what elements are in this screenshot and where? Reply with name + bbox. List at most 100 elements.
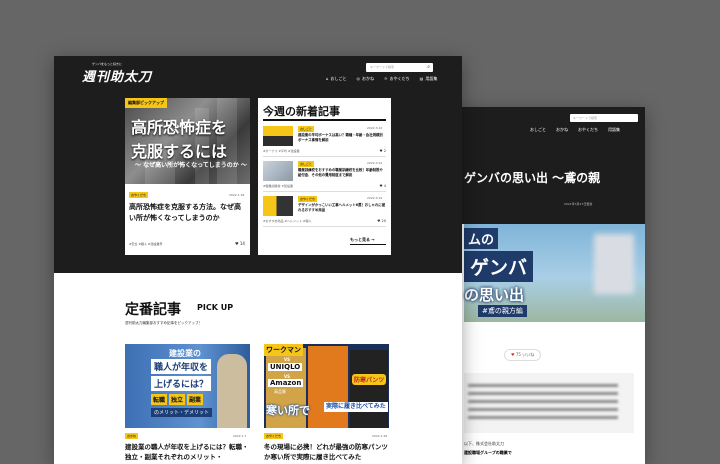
nav-item-glossary[interactable]: ▤ 用語集 [420, 76, 438, 82]
image-badge: 防寒パンツ [352, 374, 387, 385]
category-tag[interactable]: おやくだち [298, 196, 318, 202]
feature-article-card[interactable]: 編集部ピックアップ 高所恐怖症を 克服するには 〜 なぜ高い所が怖くなってしまう… [125, 98, 250, 255]
nav-item-money[interactable]: おかね [556, 127, 568, 133]
article-hero-image: ムの ゲンバ の思い出 #鳶の親方編 [464, 224, 645, 322]
article-header: キーワードで検索 おしごと おかね おやくだち 用語集 ゲンバの思い出 〜鳶の親… [430, 107, 645, 224]
search-input[interactable]: キーワードで検索 ⌕ [366, 63, 433, 72]
pickup-description: 週刊助太刀編集部おすすめ記事をピックアップ！ [125, 321, 202, 325]
site-logo[interactable]: 週刊助太刀 [82, 66, 152, 85]
pickup-card[interactable]: 建設業の 職人が年収を 上げるには？ 転職 独立 副業 のメリット・デメリット おか… [125, 344, 250, 464]
feature-image-subtitle: 〜 なぜ高い所が怖くなってしまうのか 〜 [135, 162, 247, 169]
image-text: 建設業の [169, 349, 201, 358]
pickup-card-title[interactable]: 冬の現場に必携！どれが最強の防寒パンツか寒い所で実際に履き比べてみた [264, 442, 389, 462]
hashtag-list[interactable]: #職業訓練校 #建設業 [263, 184, 293, 188]
heart-icon: ♥ [235, 241, 239, 246]
article-paragraph-2: 建設職場グループの職業で [464, 450, 512, 456]
like-count[interactable]: ♥ 14 [235, 241, 245, 246]
nav-item-money[interactable]: ◎ おかね [357, 76, 375, 82]
article-thumbnail [263, 126, 293, 146]
hashtag-list[interactable]: #おすすめ商品 #ヘルメット #職人 [263, 219, 311, 223]
nav-item-tips[interactable]: おやくだち [578, 127, 598, 133]
image-text: のメリット・デメリット [151, 408, 213, 417]
pickup-card-title[interactable]: 建設業の職人が年収を上げるには？転職・独立・副業それぞれのメリット・ [125, 442, 250, 462]
image-text: ワークマン [264, 344, 303, 356]
category-tag[interactable]: おやくだち [129, 192, 149, 198]
bulb-icon: ☼ [384, 76, 388, 81]
article-date: 2022.1.18 [229, 193, 245, 197]
blurred-figure [594, 234, 634, 294]
image-text: 高品質 [274, 389, 286, 394]
like-count: ♥ 2 [379, 149, 387, 153]
list-item[interactable]: おしごと 2022.3.22 建設業の平均ボーナスは高い？職種・年齢・会社規模別… [263, 124, 386, 157]
category-tag[interactable]: おやくだち [264, 433, 284, 439]
like-count: ♥ 4 [379, 184, 387, 188]
article-page-window: キーワードで検索 おしごと おかね おやくだち 用語集 ゲンバの思い出 〜鳶の親… [430, 107, 645, 464]
image-text: Amazon [268, 379, 304, 387]
category-tag[interactable]: おしごと [298, 126, 315, 132]
image-text: UNIQLO [268, 363, 303, 371]
global-nav: おしごと おかね おやくだち 用語集 [530, 127, 620, 133]
image-text: 寒い所で [266, 404, 310, 417]
search-icon[interactable]: ⌕ [427, 63, 430, 72]
category-tag[interactable]: おかね [125, 433, 139, 439]
article-bold-text: 建設職場グループの職業で [464, 450, 512, 455]
section-heading: 今週の新着記事 [263, 105, 340, 118]
heading-underline [263, 119, 386, 121]
article-title[interactable]: 建設業の平均ボーナスは高い？職種・年齢・会社規模別ボーナス事情を解説 [298, 133, 386, 143]
pickup-subtitle: PICK UP [197, 303, 234, 312]
worker-figure [217, 354, 247, 428]
global-nav: ⌂ おしごと ◎ おかね ☼ おやくだち ▤ 用語集 [326, 76, 437, 82]
article-title[interactable]: 職業訓練校をおすすめの職業訓練校を比較！年齢制限や給付金、その他の費用制度まで解… [298, 168, 386, 178]
feature-image-title-2: 克服するには [131, 142, 228, 161]
category-tag[interactable]: おしごと [298, 161, 315, 167]
book-icon: ▤ [419, 76, 424, 81]
article-date: 2022.3.22 [367, 161, 383, 165]
search-placeholder: キーワードで検索 [370, 65, 395, 69]
hashtag-list[interactable]: #ボーナス #平均 #建設業 [263, 149, 299, 153]
hero-text-1: ムの [464, 228, 499, 249]
heart-icon: ♥ [379, 149, 383, 153]
like-number: 14 [239, 241, 245, 246]
coin-icon: ◎ [356, 76, 361, 81]
pickup-image: ワークマン VS UNIQLO VS Amazon 高品質 防寒パンツ 寒い所で… [264, 344, 389, 428]
image-tags: 転職 独立 副業 [151, 394, 204, 405]
feature-title[interactable]: 高所恐怖症を克服する方法。なぜ高い所が怖くなってしまうのか [129, 202, 247, 224]
see-more-underline [350, 244, 386, 245]
feature-image-title-1: 高所恐怖症を [131, 118, 228, 137]
article-date: 2022.3.22 [367, 126, 383, 130]
article-date: 2022.1.7 [233, 434, 247, 438]
list-item[interactable]: おしごと 2022.3.22 職業訓練校をおすすめの職業訓練校を比較！年齢制限や… [263, 159, 386, 192]
image-text: 実際に履き比べてみた [324, 402, 388, 412]
list-item[interactable]: おやくだち 2022.3.19 デザインがかっこいい工事ヘルメット6選！おしゃれ… [263, 194, 386, 227]
article-title[interactable]: デザインがかっこいい工事ヘルメット6選！おしゃれに被れるおすすめ商品 [298, 203, 386, 213]
hero-text-4: #鳶の親方編 [478, 305, 527, 317]
pickup-card[interactable]: ワークマン VS UNIQLO VS Amazon 高品質 防寒パンツ 寒い所で… [264, 344, 389, 464]
nav-item-glossary[interactable]: 用語集 [608, 127, 620, 133]
article-date: 2021年3月27日更新 [564, 202, 593, 206]
top-page-window: ゲンバをもっと好きに 週刊助太刀 キーワードで検索 ⌕ ⌂ おしごと ◎ おかね ☼ お… [54, 56, 462, 464]
image-text: 職人が年収を [151, 359, 212, 374]
like-count: 75 いいね [515, 352, 535, 357]
search-input[interactable]: キーワードで検索 [570, 114, 638, 122]
see-more-link[interactable]: もっと見る → [350, 237, 375, 243]
nav-item-work[interactable]: ⌂ おしごと [326, 76, 347, 82]
hashtag-list[interactable]: #安全 #職人 #建設業界 [129, 242, 162, 246]
article-date: 2022.3.19 [367, 196, 383, 200]
heart-icon: ♥ [377, 219, 381, 223]
site-header: ゲンバをもっと好きに 週刊助太刀 キーワードで検索 ⌕ ⌂ おしごと ◎ おかね ☼ お… [54, 56, 462, 273]
nav-item-work[interactable]: おしごと [530, 127, 546, 133]
hero-text-2: ゲンバ [464, 251, 534, 282]
image-text: 上げるには？ [151, 376, 212, 391]
feature-image: 編集部ピックアップ 高所恐怖症を 克服するには 〜 なぜ高い所が怖くなってしまう… [125, 98, 250, 184]
like-count: ♥ 20 [377, 219, 386, 223]
heart-icon: ♥ [379, 184, 383, 188]
pickup-badge: 編集部ピックアップ [125, 98, 167, 108]
like-button[interactable]: ♥ 75 いいね [504, 349, 542, 361]
article-thumbnail [263, 196, 293, 216]
weekly-new-articles: 今週の新着記事 おしごと 2022.3.22 建設業の平均ボーナスは高い？職種・… [258, 98, 391, 255]
article-title: ゲンバの思い出 〜鳶の親 [464, 171, 601, 185]
article-paragraph: 以下、株式会社助太刀 [464, 441, 504, 446]
nav-item-tips[interactable]: ☼ おやくだち [384, 76, 410, 82]
article-body-text [468, 379, 618, 423]
heart-icon: ♥ [511, 352, 515, 357]
